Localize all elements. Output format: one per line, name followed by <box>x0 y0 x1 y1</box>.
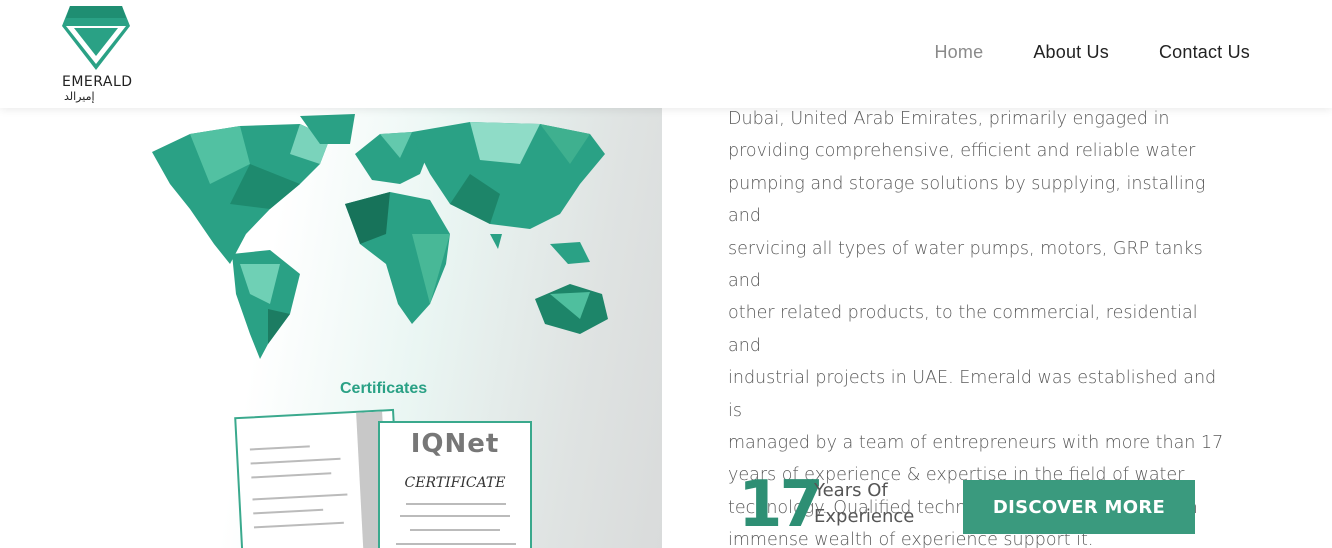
certificate-text-line <box>410 529 500 531</box>
logo-wordmark: EMERALD <box>62 74 133 90</box>
years-experience-number: 17 <box>738 468 824 542</box>
iqnet-logo: IQNet <box>410 429 500 459</box>
site-header: EMERALD إميرالد Home About Us Contact Us <box>0 0 1332 108</box>
discover-more-button[interactable]: DISCOVER MORE <box>963 480 1195 534</box>
certificates-title: Certificates <box>340 380 428 397</box>
certificate-text-line <box>252 493 348 501</box>
certificate-heading: CERTIFICATE <box>404 475 506 491</box>
years-experience-label: Years Of Experience <box>814 478 914 530</box>
main-nav: Home About Us Contact Us <box>884 42 1250 63</box>
about-line: providing comprehensive, efficient and r… <box>728 141 1196 162</box>
about-line: servicing all types of water pumps, moto… <box>728 238 1203 292</box>
nav-contact-us[interactable]: Contact Us <box>1159 42 1250 63</box>
years-label-line2: Experience <box>814 506 915 527</box>
about-line: pumping and storage solutions by supplyi… <box>728 173 1206 227</box>
emerald-gem-icon <box>62 6 130 70</box>
nav-about-us[interactable]: About Us <box>1033 42 1109 63</box>
about-line: managed by a team of entrepreneurs with … <box>728 433 1224 454</box>
logo-arabic-wordmark: إميرالد <box>64 90 95 103</box>
certificate-text-line <box>253 508 324 515</box>
certificate-image-1[interactable] <box>234 408 402 548</box>
certificate-image-2[interactable]: IQNet CERTIFICATE <box>378 421 532 548</box>
years-label-line1: Years Of <box>814 480 888 501</box>
certificate-text-line <box>400 515 510 517</box>
about-line: industrial projects in UAE. Emerald was … <box>728 368 1217 421</box>
about-line: other related products, to the commercia… <box>728 303 1198 356</box>
certificate-text-line <box>251 472 332 479</box>
certificate-text-line <box>396 543 516 545</box>
certificate-text-line <box>249 445 310 451</box>
map-certificates-panel: Certificates IQNet CERTIFICATE <box>0 108 662 548</box>
certificate-text-line <box>253 521 344 529</box>
nav-home[interactable]: Home <box>934 42 983 63</box>
emerald-logo[interactable]: EMERALD إميرالد <box>60 4 132 104</box>
world-map-illustration <box>152 114 608 359</box>
certificate-text-line <box>406 503 506 505</box>
certificate-text-line <box>250 457 341 465</box>
